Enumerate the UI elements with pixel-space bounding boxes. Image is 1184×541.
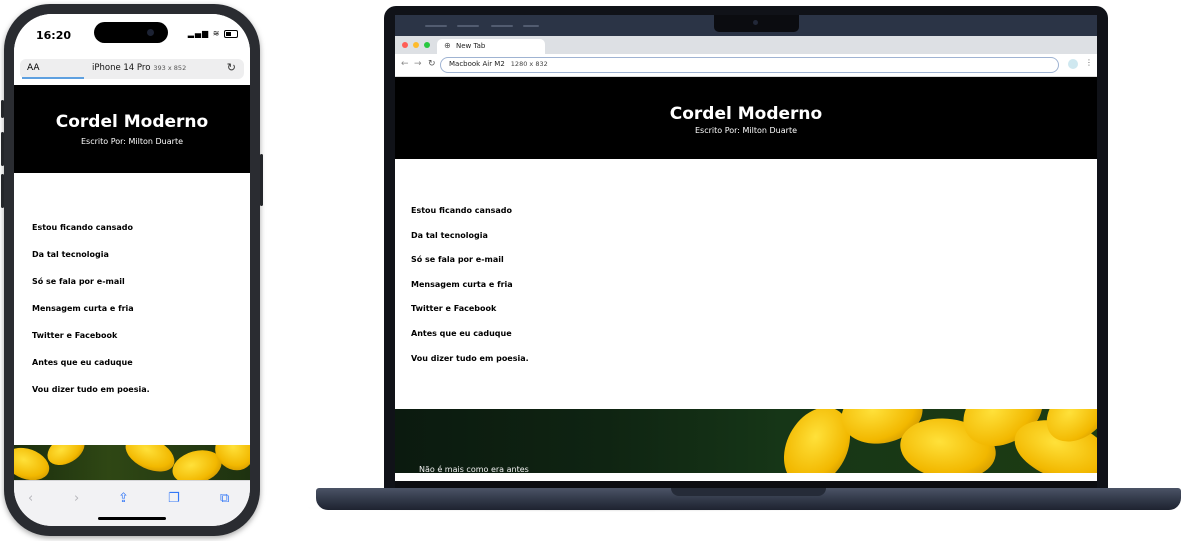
forward-arrow-icon[interactable]: → bbox=[414, 59, 422, 69]
omnibox-device: Macbook Air M2 bbox=[449, 60, 505, 68]
flower-caption: Não é mais como era antes bbox=[419, 465, 529, 473]
tab-label: New Tab bbox=[456, 42, 486, 50]
menu-item[interactable] bbox=[457, 25, 479, 27]
flower-banner-image: Não é mais como era antes bbox=[395, 409, 1097, 473]
site-title: Cordel Moderno bbox=[55, 112, 209, 132]
laptop-lid-opener bbox=[671, 488, 826, 496]
iphone-mockup: 16:20 ▂▄▆ ≋ AA iPhone 14 Pro 393 x 852 ↻ … bbox=[1, 4, 263, 536]
tab-new-tab[interactable]: ⊕ New Tab bbox=[437, 39, 545, 54]
menu-item[interactable] bbox=[491, 25, 513, 27]
poem-line: Só se fala por e-mail bbox=[32, 277, 125, 286]
site-header: Cordel Moderno Escrito Por: Milton Duart… bbox=[14, 85, 250, 173]
poem-line: Twitter e Facebook bbox=[32, 331, 118, 340]
extension-icon[interactable] bbox=[1068, 59, 1078, 69]
site-subtitle: Escrito Por: Milton Duarte bbox=[81, 137, 183, 146]
site-title: Cordel Moderno bbox=[669, 104, 823, 124]
home-indicator bbox=[98, 517, 166, 520]
close-window-button[interactable] bbox=[402, 42, 408, 48]
poem-line: Só se fala por e-mail bbox=[411, 255, 504, 265]
poem-line: Antes que eu caduque bbox=[411, 328, 512, 338]
omnibox-input[interactable]: Macbook Air M2 1280 x 832 bbox=[440, 57, 1059, 73]
browser-tab-strip: ⊕ New Tab bbox=[395, 36, 1097, 54]
poem-line: Estou ficando cansado bbox=[411, 206, 513, 215]
poem: Estou ficando cansado Da tal tecnologia … bbox=[411, 205, 811, 377]
globe-icon: ⊕ bbox=[444, 41, 451, 50]
laptop-screen: ⊕ New Tab ← → ↻ Macbook Air M2 1280 x 832… bbox=[395, 15, 1097, 481]
zoom-window-button[interactable] bbox=[424, 42, 430, 48]
share-icon[interactable]: ⇪ bbox=[118, 491, 129, 506]
battery-icon bbox=[224, 29, 238, 38]
phone-volume-down-button bbox=[1, 174, 4, 208]
site-header: Cordel Moderno Escrito Por: Milton Duart… bbox=[395, 77, 1097, 159]
laptop-notch bbox=[714, 15, 799, 32]
forward-arrow-icon[interactable]: › bbox=[74, 491, 79, 506]
safari-toolbar: ‹ › ⇪ ❐ ⧉ bbox=[14, 480, 250, 526]
poem-line: Estou ficando cansado bbox=[32, 223, 134, 232]
poem-line: Vou dizer tudo em poesia. bbox=[411, 353, 529, 363]
macbook-mockup: ⊕ New Tab ← → ↻ Macbook Air M2 1280 x 832… bbox=[384, 6, 1108, 490]
back-arrow-icon[interactable]: ← bbox=[401, 59, 409, 69]
dynamic-island bbox=[94, 22, 168, 43]
status-icons: ▂▄▆ ≋ bbox=[188, 29, 238, 38]
poem-line: Mensagem curta e fria bbox=[32, 304, 134, 313]
phone-mute-switch bbox=[1, 100, 4, 118]
reload-icon[interactable]: ↻ bbox=[227, 61, 236, 74]
poem-line: Twitter e Facebook bbox=[411, 304, 497, 314]
poem-line: Da tal tecnologia bbox=[411, 230, 488, 240]
poem-line: Mensagem curta e fria bbox=[411, 279, 513, 289]
phone-url-text: iPhone 14 Pro 393 x 852 bbox=[92, 63, 186, 73]
phone-address-bar[interactable]: AA iPhone 14 Pro 393 x 852 ↻ bbox=[20, 59, 244, 79]
omnibox-size: 1280 x 832 bbox=[510, 60, 548, 68]
site-subtitle: Escrito Por: Milton Duarte bbox=[695, 126, 797, 135]
phone-status-bar: 16:20 ▂▄▆ ≋ bbox=[14, 14, 250, 58]
text-size-button[interactable]: AA bbox=[27, 63, 40, 73]
camera-icon bbox=[753, 20, 758, 25]
back-arrow-icon[interactable]: ‹ bbox=[28, 491, 33, 506]
bookmarks-icon[interactable]: ❐ bbox=[168, 491, 180, 506]
phone-volume-up-button bbox=[1, 132, 4, 166]
page-load-progress bbox=[22, 77, 84, 79]
phone-screen: 16:20 ▂▄▆ ≋ AA iPhone 14 Pro 393 x 852 ↻ … bbox=[14, 14, 250, 526]
poem: Estou ficando cansado Da tal tecnologia … bbox=[32, 222, 242, 411]
omnibox-text: Macbook Air M2 1280 x 832 bbox=[449, 60, 548, 68]
laptop-base bbox=[316, 488, 1181, 510]
reload-icon[interactable]: ↻ bbox=[428, 59, 436, 69]
device-label: iPhone 14 Pro bbox=[92, 63, 151, 73]
phone-power-button bbox=[260, 154, 263, 206]
more-menu-icon[interactable]: ⋮ bbox=[1085, 58, 1093, 67]
tabs-icon[interactable]: ⧉ bbox=[220, 491, 229, 506]
wifi-icon: ≋ bbox=[212, 29, 221, 38]
poem-line: Vou dizer tudo em poesia. bbox=[32, 385, 150, 394]
device-size: 393 x 852 bbox=[153, 64, 187, 72]
status-time: 16:20 bbox=[36, 29, 72, 42]
camera-icon bbox=[147, 29, 154, 36]
signal-icon: ▂▄▆ bbox=[187, 29, 210, 38]
browser-address-bar: ← → ↻ Macbook Air M2 1280 x 832 ⋮ bbox=[395, 54, 1097, 77]
flower-banner-image bbox=[14, 445, 250, 480]
menu-item[interactable] bbox=[425, 25, 447, 27]
poem-line: Antes que eu caduque bbox=[32, 358, 133, 367]
minimize-window-button[interactable] bbox=[413, 42, 419, 48]
poem-line: Da tal tecnologia bbox=[32, 250, 109, 259]
menu-item[interactable] bbox=[523, 25, 539, 27]
